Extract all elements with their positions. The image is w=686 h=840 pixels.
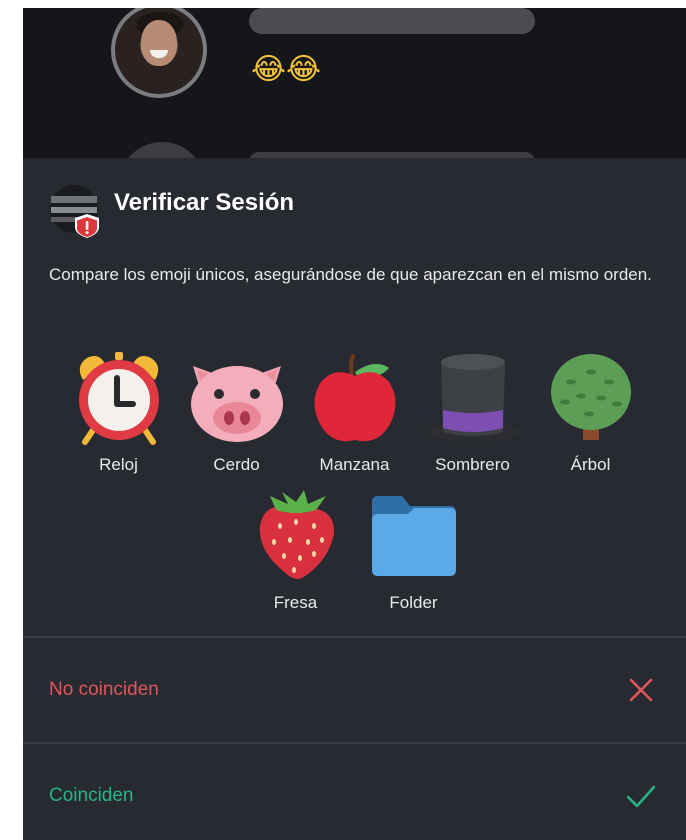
verify-session-sheet: Verificar Sesión Compare los emoji único…: [23, 158, 686, 840]
folder-icon: [371, 496, 456, 576]
chat-timeline-background: 😂😂: [23, 8, 686, 228]
no-match-button[interactable]: No coinciden: [23, 638, 686, 742]
emoji-row: Fresa Folder: [23, 486, 686, 614]
emoji-item: Folder: [355, 486, 473, 614]
match-button[interactable]: Coinciden: [23, 744, 686, 840]
message-emoji: 😂😂: [251, 52, 322, 87]
emoji-label: Cerdo: [213, 455, 260, 474]
sheet-header: Verificar Sesión: [23, 158, 686, 258]
emoji-label: Fresa: [273, 593, 318, 612]
match-label: Coinciden: [49, 785, 134, 806]
message-bubble-placeholder: [249, 8, 535, 34]
emoji-item: Reloj: [60, 348, 178, 476]
emoji-label: Folder: [389, 593, 438, 612]
apple-icon: [313, 354, 396, 442]
no-match-label: No coinciden: [49, 679, 159, 700]
emoji-label: Sombrero: [435, 455, 510, 474]
avatar-face: [141, 20, 177, 66]
device-warning-icon: [50, 185, 99, 238]
sheet-title: Verificar Sesión: [114, 189, 295, 216]
app-screen: 😂😂 Verificar Sesión Compare los emoji ún…: [23, 8, 686, 840]
close-icon: [629, 678, 653, 702]
emoji-label: Reloj: [99, 455, 138, 474]
check-icon: [627, 785, 655, 808]
emoji-grid: Reloj Cerdo Manzana Sombrero Árbol Fresa…: [23, 348, 686, 618]
emoji-item: Sombrero: [414, 348, 532, 476]
emoji-item: Árbol: [532, 348, 650, 476]
pig-icon: [190, 366, 283, 442]
emoji-item: Manzana: [296, 348, 414, 476]
emoji-row: Reloj Cerdo Manzana Sombrero Árbol: [23, 348, 686, 476]
avatar[interactable]: [111, 8, 207, 98]
strawberry-icon: [259, 490, 334, 579]
alarm-clock-icon: [78, 352, 159, 445]
sheet-description: Compare los emoji únicos, asegurándose d…: [49, 265, 652, 284]
top-hat-icon: [426, 354, 519, 442]
emoji-item: Cerdo: [178, 348, 296, 476]
emoji-label: Árbol: [570, 455, 611, 474]
emoji-label: Manzana: [319, 455, 390, 474]
tree-icon: [550, 354, 631, 440]
emoji-item: Fresa: [237, 486, 355, 614]
